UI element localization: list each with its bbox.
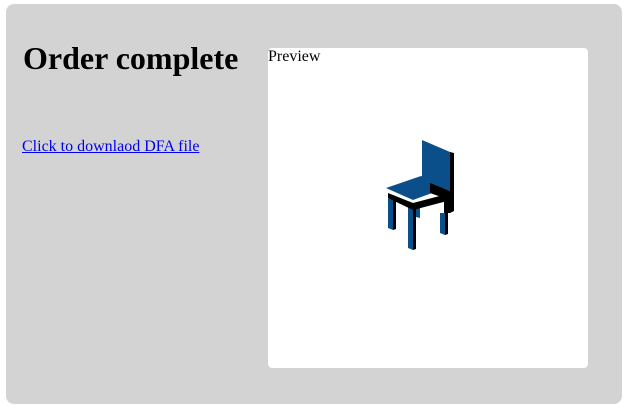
chair-front-leg-left [388,198,393,230]
chair-backrest-side [450,152,454,213]
download-dfa-link[interactable]: Click to downlaod DFA file [22,138,199,156]
chair-front-leg-left-side [393,199,396,230]
preview-panel: Preview [268,48,588,368]
page-title: Order complete [23,40,239,76]
chair-back-leg-right [440,213,445,235]
chair-front-leg-right [408,206,413,250]
chair-3d-model[interactable] [268,48,588,368]
order-panel: Order complete Click to downlaod DFA fil… [6,4,622,404]
chair-back-leg-right-side [445,212,448,235]
chair-front-leg-right-side [413,207,416,250]
